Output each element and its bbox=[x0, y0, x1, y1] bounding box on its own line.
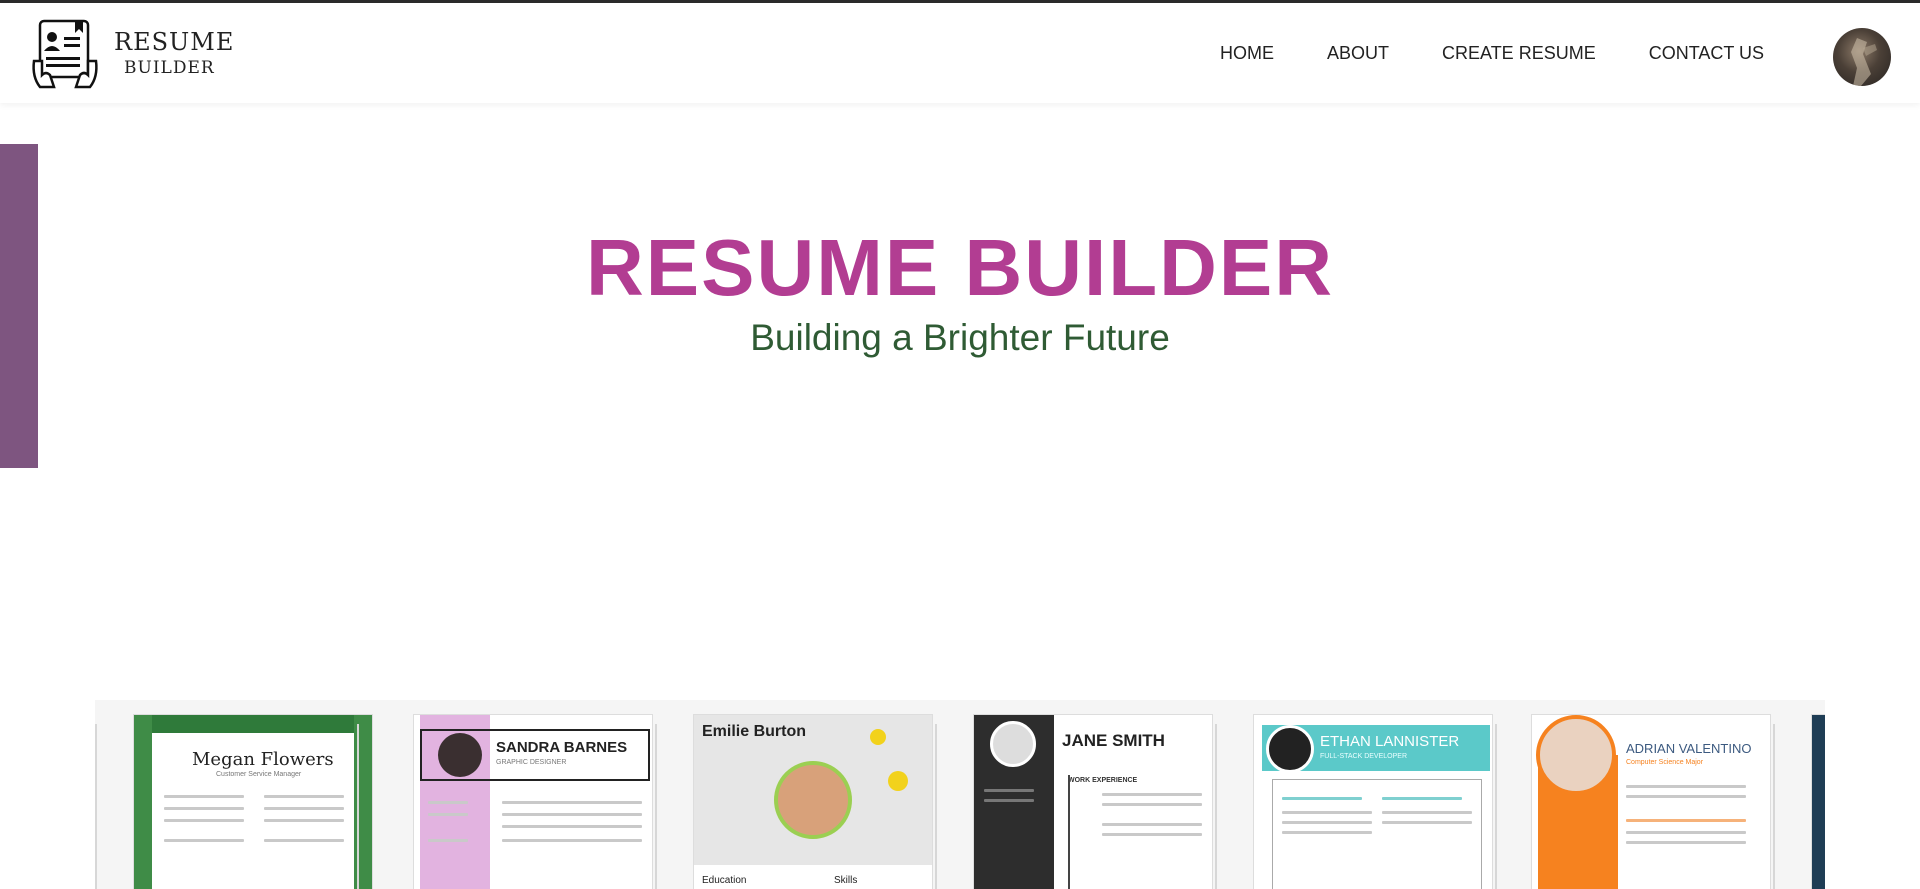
gallery-divider bbox=[357, 724, 359, 889]
template-card-adrian-valentino[interactable]: ADRIAN VALENTINO Computer Science Major bbox=[1531, 714, 1771, 889]
template-gallery: Megan Flowers Customer Service Manager S… bbox=[95, 700, 1825, 889]
template-subtitle: Customer Service Manager bbox=[216, 771, 302, 778]
leaf-border-left bbox=[134, 715, 152, 889]
user-avatar[interactable] bbox=[1833, 28, 1891, 86]
template-name: ETHAN LANNISTER bbox=[1320, 733, 1460, 750]
avatar-image bbox=[1851, 38, 1877, 86]
template-card-sandra-barnes[interactable]: SANDRA BARNES GRAPHIC DESIGNER bbox=[413, 714, 653, 889]
brand-name-line1: RESUME bbox=[114, 27, 235, 56]
portrait-icon bbox=[774, 761, 852, 839]
nav-create-resume[interactable]: CREATE RESUME bbox=[1442, 43, 1596, 64]
portrait-icon bbox=[1266, 725, 1314, 773]
gallery-divider bbox=[655, 724, 657, 889]
navbar: RESUME BUILDER HOME ABOUT CREATE RESUME … bbox=[0, 3, 1920, 103]
logo[interactable]: RESUME BUILDER bbox=[30, 17, 234, 89]
template-subtitle: FULL-STACK DEVELOPER bbox=[1320, 753, 1408, 760]
template-name: Emilie Burton bbox=[702, 723, 807, 740]
portrait-icon bbox=[438, 733, 482, 777]
main-nav: HOME ABOUT CREATE RESUME CONTACT US bbox=[1220, 43, 1817, 64]
gallery-divider bbox=[95, 724, 97, 889]
template-name: ADRIAN VALENTINO bbox=[1626, 741, 1752, 756]
template-card-emilie-burton[interactable]: Emilie Burton Education Skills bbox=[693, 714, 933, 889]
leaf-border-top bbox=[134, 715, 372, 733]
template-name: Megan Flowers bbox=[192, 749, 334, 770]
template-card-ethan-lannister[interactable]: ETHAN LANNISTER FULL-STACK DEVELOPER bbox=[1253, 714, 1493, 889]
gallery-divider bbox=[935, 724, 937, 889]
template-card-megan-flowers[interactable]: Megan Flowers Customer Service Manager bbox=[133, 714, 373, 889]
nav-about[interactable]: ABOUT bbox=[1327, 43, 1389, 64]
template-card-partial[interactable] bbox=[1811, 714, 1825, 889]
yellow-dot-icon bbox=[888, 771, 908, 791]
template-name: JANE SMITH bbox=[1062, 731, 1165, 750]
nav-home[interactable]: HOME bbox=[1220, 43, 1274, 64]
portrait-icon bbox=[1536, 715, 1616, 795]
brand-name-line2: BUILDER bbox=[124, 57, 215, 78]
hero-subtitle: Building a Brighter Future bbox=[750, 317, 1170, 358]
section-label: Education bbox=[702, 875, 747, 886]
section-label: Skills bbox=[834, 875, 858, 886]
gallery-divider bbox=[1215, 724, 1217, 889]
yellow-dot-icon bbox=[870, 729, 886, 745]
portrait-icon bbox=[990, 721, 1036, 767]
template-subtitle: GRAPHIC DESIGNER bbox=[496, 759, 567, 766]
template-card-jane-smith[interactable]: JANE SMITH WORK EXPERIENCE bbox=[973, 714, 1213, 889]
hero-title: RESUME BUILDER bbox=[585, 223, 1335, 312]
template-subtitle: Computer Science Major bbox=[1626, 759, 1704, 766]
resume-document-icon bbox=[32, 19, 98, 89]
template-subtitle: WORK EXPERIENCE bbox=[1068, 777, 1138, 784]
template-name: SANDRA BARNES bbox=[496, 739, 628, 756]
gallery-divider bbox=[1495, 724, 1497, 889]
nav-contact-us[interactable]: CONTACT US bbox=[1649, 43, 1764, 64]
gallery-divider bbox=[1773, 724, 1775, 889]
